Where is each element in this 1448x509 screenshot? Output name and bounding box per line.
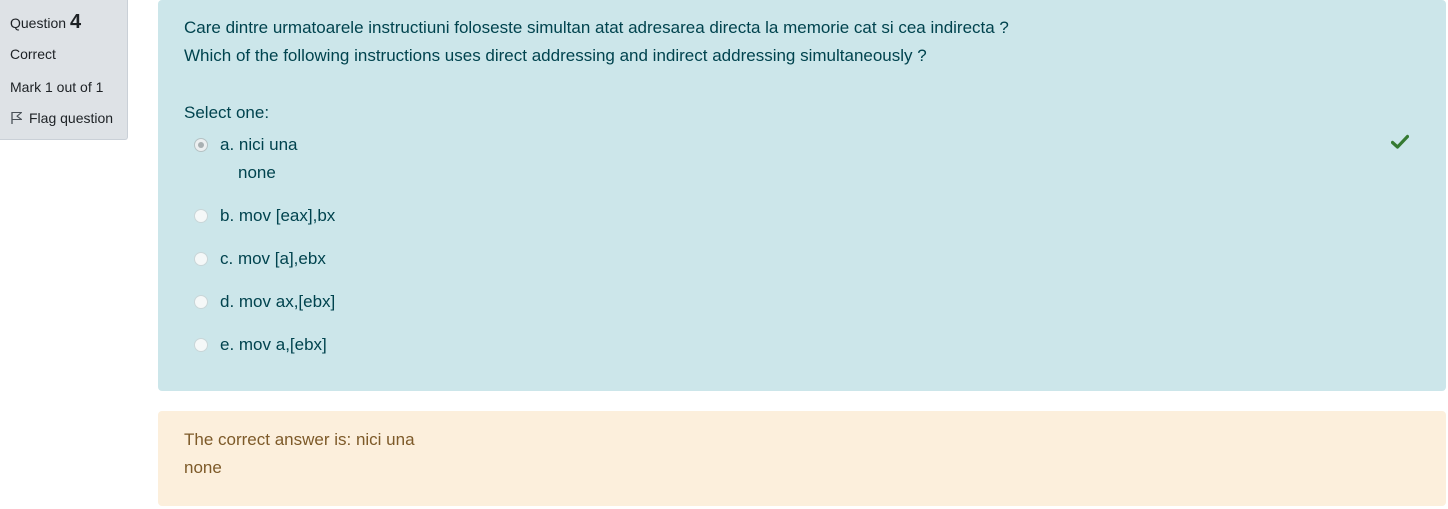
answer-option-b[interactable]: b. mov [eax],bx bbox=[194, 206, 335, 226]
answer-radio-b[interactable] bbox=[194, 209, 208, 223]
flag-outline-icon bbox=[11, 111, 23, 124]
question-text-ro: Care dintre urmatoarele instructiuni fol… bbox=[184, 18, 1009, 37]
answer-option-c-label: c. mov [a],ebx bbox=[220, 249, 326, 268]
answer-option-e-label: e. mov a,[ebx] bbox=[220, 335, 327, 354]
answer-option-a-label-2: none bbox=[238, 163, 276, 182]
question-label: Question bbox=[10, 15, 67, 31]
answer-option-a[interactable]: a. nici una none bbox=[194, 135, 298, 183]
question-grade: Mark 1 out of 1 bbox=[10, 79, 104, 95]
check-icon bbox=[1391, 134, 1409, 149]
answer-option-e[interactable]: e. mov a,[ebx] bbox=[194, 335, 327, 355]
select-one-prompt: Select one: bbox=[184, 103, 270, 122]
question-number: 4 bbox=[70, 11, 82, 33]
question-state: Correct bbox=[10, 46, 56, 62]
flag-question-label: Flag question bbox=[29, 110, 114, 126]
question-formulation: Care dintre urmatoarele instructiuni fol… bbox=[158, 0, 1446, 391]
feedback-line-1: The correct answer is: nici una bbox=[184, 430, 415, 449]
question-number-heading: Question 4 bbox=[10, 11, 81, 34]
answer-option-b-label: b. mov [eax],bx bbox=[220, 206, 336, 225]
feedback-line-2: none bbox=[184, 458, 222, 477]
answer-radio-e[interactable] bbox=[194, 338, 208, 352]
answer-option-a-text: a. nici una none bbox=[220, 135, 298, 183]
flag-question-button[interactable]: Flag question bbox=[10, 110, 113, 126]
answer-option-c[interactable]: c. mov [a],ebx bbox=[194, 249, 326, 269]
answer-option-a-label: a. nici una bbox=[220, 135, 298, 154]
answer-option-d[interactable]: d. mov ax,[ebx] bbox=[194, 292, 335, 312]
answer-radio-a[interactable] bbox=[194, 138, 208, 152]
question-info-panel: Question 4 Correct Mark 1 out of 1 Flag q… bbox=[0, 0, 128, 140]
answer-radio-d[interactable] bbox=[194, 295, 208, 309]
answer-radio-c[interactable] bbox=[194, 252, 208, 266]
question-text-en: Which of the following instructions uses… bbox=[184, 46, 927, 65]
correct-answer-feedback: The correct answer is: nici una none bbox=[158, 411, 1446, 506]
answer-option-d-label: d. mov ax,[ebx] bbox=[220, 292, 336, 311]
